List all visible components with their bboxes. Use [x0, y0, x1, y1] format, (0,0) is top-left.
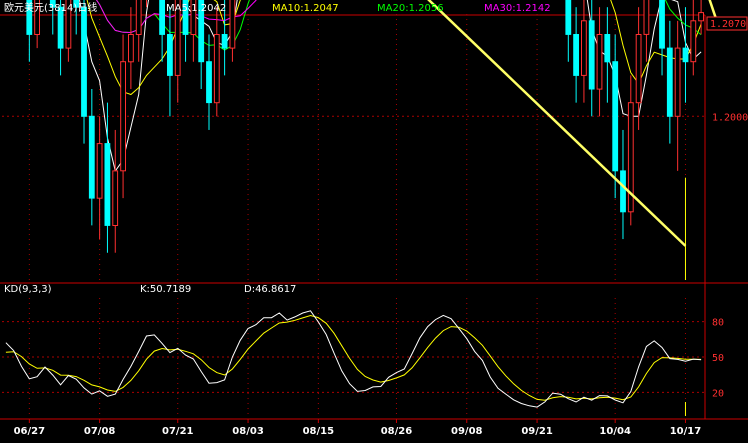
price-tick-label: 1.2000	[712, 112, 748, 123]
candle	[120, 34, 126, 199]
candle-body-down	[159, 0, 165, 35]
candle	[565, 0, 572, 62]
time-tick-label: 06/27	[14, 426, 46, 437]
candle-body-down	[666, 47, 673, 117]
candle	[128, 7, 134, 90]
candle-body-down	[88, 115, 95, 199]
candle-body-up	[213, 34, 220, 104]
kd-name-label: KD(9,3,3)	[4, 284, 52, 295]
candle	[627, 75, 634, 226]
candle-body-up	[635, 34, 642, 104]
candle-body-down	[565, 0, 572, 35]
time-tick-label: 10/04	[599, 426, 631, 437]
candle	[596, 7, 603, 117]
candlestick-layer	[26, 0, 705, 280]
time-tick-label: 07/21	[162, 426, 194, 437]
candle-body-down	[573, 34, 580, 76]
candle	[643, 0, 650, 62]
candle-body-up	[112, 170, 119, 226]
chart-title: 欧元美元(3814)日线	[4, 1, 97, 14]
kd-d-label: D:46.8617	[244, 284, 296, 295]
candle-body-down	[81, 6, 87, 117]
time-tick-label: 09/08	[451, 426, 483, 437]
candle-body-up	[229, 0, 236, 49]
candle-body-up	[128, 34, 134, 63]
kd-tick-label: 80	[712, 318, 724, 329]
candle-body-down	[682, 47, 689, 63]
candle-body-down	[167, 34, 173, 76]
candle	[112, 129, 119, 253]
ma30-label: MA30:1.2142	[484, 3, 551, 14]
candle-body-up	[581, 20, 587, 76]
candle-body-up	[643, 0, 650, 35]
candle	[635, 7, 642, 130]
time-tick-label: 08/15	[303, 426, 335, 437]
candle	[674, 20, 681, 171]
candle-body-up	[698, 12, 705, 22]
time-tick-label: 08/26	[381, 426, 413, 437]
candle	[174, 0, 181, 103]
candle-body-down	[104, 143, 111, 226]
candle-body-down	[588, 20, 595, 90]
candle	[690, 0, 697, 76]
time-tick-label: 07/08	[84, 426, 116, 437]
candle-body-up	[96, 143, 103, 199]
candle	[88, 89, 95, 226]
candle-body-down	[221, 34, 228, 49]
candle	[666, 20, 673, 144]
candle	[604, 7, 611, 103]
time-tick-label: 09/21	[521, 426, 553, 437]
price-top-label: 1.2070	[710, 19, 746, 30]
candle-body-up	[135, 0, 142, 35]
time-tick-label: 10/17	[670, 426, 702, 437]
candle	[659, 0, 665, 76]
candle	[682, 7, 689, 103]
candle-body-up	[690, 20, 697, 63]
candle	[159, 0, 165, 62]
candle-body-up	[674, 47, 681, 117]
ma20-label: MA20:1.2056	[377, 3, 444, 14]
time-tick-label: 08/03	[232, 426, 264, 437]
candle	[206, 34, 212, 130]
ma10-label: MA10:1.2047	[272, 3, 339, 14]
candle	[167, 7, 173, 117]
candle	[81, 0, 87, 144]
candle	[96, 116, 103, 240]
kd-indicator-layer	[5, 310, 702, 416]
candle-body-down	[206, 61, 212, 104]
kline-chart[interactable]: 1.20001.22001.24001.207020508006/2707/08…	[0, 0, 748, 443]
candle-body-down	[604, 34, 611, 63]
ma5-label: MA5:1.2042	[166, 3, 226, 14]
candle	[612, 34, 619, 199]
kd-tick-label: 50	[712, 353, 724, 364]
candle-body-down	[612, 61, 619, 172]
candle	[229, 0, 236, 62]
candle-body-up	[120, 61, 126, 172]
kd-tick-label: 20	[712, 388, 724, 399]
kd-k-label: K:50.7189	[140, 284, 191, 295]
candle-body-up	[596, 34, 603, 90]
candle	[213, 7, 220, 117]
ma30-line	[95, 0, 257, 34]
candle-body-down	[659, 0, 665, 49]
candle	[573, 7, 580, 103]
candle	[135, 0, 142, 62]
candle-body-down	[620, 170, 626, 213]
